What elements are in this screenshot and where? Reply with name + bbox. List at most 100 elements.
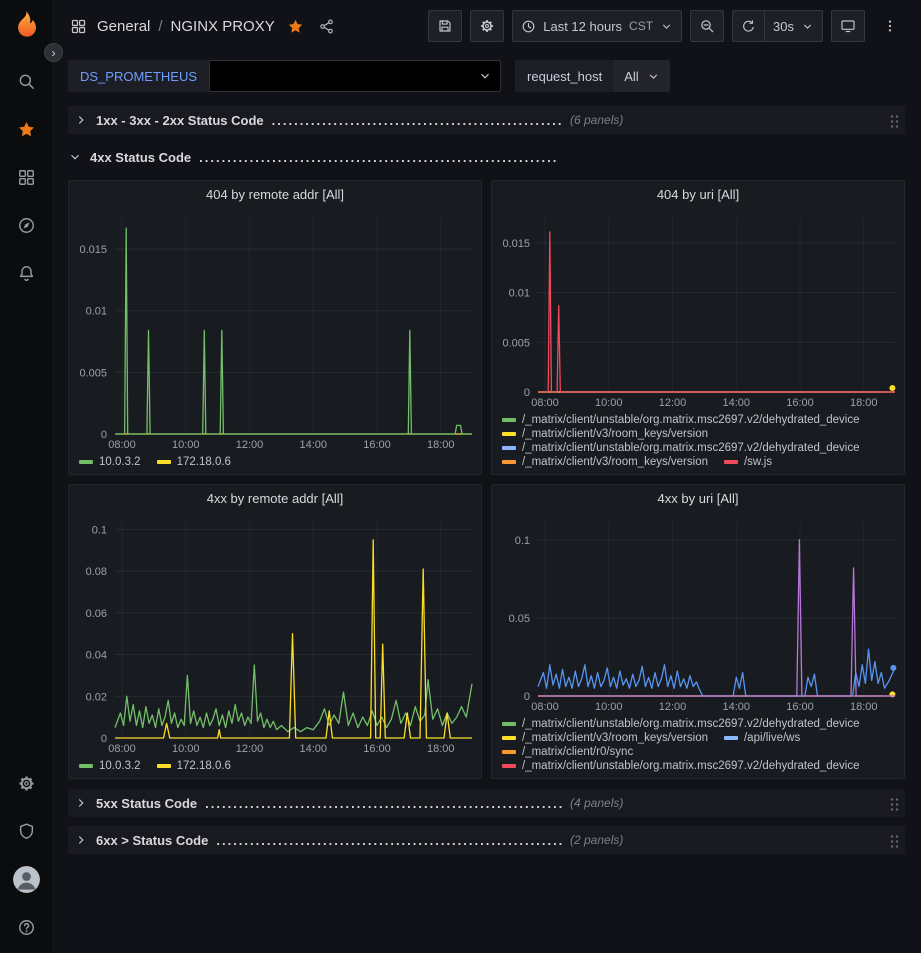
legend-item[interactable]: /sw.js xyxy=(724,456,772,468)
panel-4xx-by-remote-addr: 4xx by remote addr [All] 08:0010:0012:00… xyxy=(68,484,482,779)
legend-item[interactable]: /_matrix/client/v3/room_keys/version xyxy=(502,732,708,744)
zoom-out-time-button[interactable] xyxy=(690,10,724,42)
chevron-down-icon xyxy=(801,20,814,33)
row-drag-handle-icon[interactable] xyxy=(889,113,899,128)
sidebar-item-configuration[interactable] xyxy=(0,759,52,807)
svg-text:0.05: 0.05 xyxy=(509,613,530,625)
sidebar-item-alerting[interactable] xyxy=(0,249,52,297)
sidebar-nav xyxy=(0,57,52,297)
panel-404-by-uri: 404 by uri [All] 08:0010:0012:0014:0016:… xyxy=(491,180,905,475)
row-title-dots: ........................................… xyxy=(216,833,564,848)
panel-title[interactable]: 4xx by uri [All] xyxy=(492,485,904,511)
dashboard-settings-button[interactable] xyxy=(470,10,504,42)
datasource-variable-label[interactable]: DS_PROMETHEUS xyxy=(68,60,209,92)
request-host-variable-value-dropdown[interactable]: All xyxy=(614,60,669,92)
row-drag-handle-icon[interactable] xyxy=(889,796,899,811)
chevron-right-icon xyxy=(74,833,88,847)
compass-icon xyxy=(17,216,36,235)
svg-text:0.08: 0.08 xyxy=(86,566,107,578)
panel-title[interactable]: 4xx by remote addr [All] xyxy=(69,485,481,511)
magnifier-minus-icon xyxy=(699,18,715,34)
legend-item[interactable]: /_matrix/client/r0/sync xyxy=(502,746,633,758)
legend-item[interactable]: 172.18.0.6 xyxy=(157,456,231,468)
sidebar-expand-button[interactable]: › xyxy=(44,43,63,62)
refresh-button-group: 30s xyxy=(732,10,823,42)
timeseries-chart[interactable]: 08:0010:0012:0014:0016:0018:0000.050.1 xyxy=(492,511,904,716)
breadcrumb-dashboard-title[interactable]: NGINX PROXY xyxy=(171,18,275,35)
sidebar-item-search[interactable] xyxy=(0,57,52,105)
sidebar-item-help[interactable] xyxy=(0,903,52,951)
legend-item[interactable]: /_matrix/client/unstable/org.matrix.msc2… xyxy=(502,718,860,730)
svg-text:18:00: 18:00 xyxy=(427,439,455,451)
save-dashboard-button[interactable] xyxy=(428,10,462,42)
more-options-kebab[interactable] xyxy=(873,10,907,42)
timeseries-chart[interactable]: 08:0010:0012:0014:0016:0018:0000.0050.01… xyxy=(69,207,481,454)
gear-icon xyxy=(17,774,36,793)
avatar xyxy=(13,866,40,893)
chevron-down-icon xyxy=(660,20,673,33)
legend-item[interactable]: 10.0.3.2 xyxy=(79,760,141,772)
sidebar-item-explore[interactable] xyxy=(0,201,52,249)
legend-item[interactable]: 10.0.3.2 xyxy=(79,456,141,468)
sidebar-item-profile[interactable] xyxy=(0,855,52,903)
svg-text:0.01: 0.01 xyxy=(509,288,530,300)
row-6xx-status-code[interactable]: 6xx > Status Code ......................… xyxy=(68,826,905,854)
row-drag-handle-icon[interactable] xyxy=(889,833,899,848)
legend-swatch xyxy=(502,460,516,464)
sidebar-item-server-admin[interactable] xyxy=(0,807,52,855)
refresh-interval-dropdown[interactable]: 30s xyxy=(765,10,823,42)
refresh-interval-value: 30s xyxy=(773,19,794,34)
row-5xx-status-code[interactable]: 5xx Status Code ........................… xyxy=(68,789,905,817)
datasource-variable-value-dropdown[interactable] xyxy=(209,60,501,92)
svg-text:0.005: 0.005 xyxy=(502,337,530,349)
svg-text:16:00: 16:00 xyxy=(786,397,814,409)
svg-text:16:00: 16:00 xyxy=(363,743,391,755)
svg-text:0.02: 0.02 xyxy=(86,691,107,703)
legend-item[interactable]: /_matrix/client/unstable/org.matrix.msc2… xyxy=(502,414,860,426)
svg-text:0.06: 0.06 xyxy=(86,608,107,620)
datasource-variable: DS_PROMETHEUS xyxy=(68,60,501,92)
gear-icon xyxy=(479,18,495,34)
legend-swatch xyxy=(502,418,516,422)
timeseries-chart[interactable]: 08:0010:0012:0014:0016:0018:0000.020.040… xyxy=(69,511,481,758)
chevron-down-icon xyxy=(68,150,82,164)
svg-text:0: 0 xyxy=(524,387,530,399)
legend-item[interactable]: /api/live/ws xyxy=(724,732,800,744)
legend-item[interactable]: /_matrix/client/v3/room_keys/version xyxy=(502,428,708,440)
panel-title[interactable]: 404 by remote addr [All] xyxy=(69,181,481,207)
time-range-picker[interactable]: Last 12 hours CST xyxy=(512,10,682,42)
svg-text:14:00: 14:00 xyxy=(299,743,327,755)
legend-item[interactable]: /_matrix/client/unstable/org.matrix.msc2… xyxy=(502,442,860,454)
svg-text:0: 0 xyxy=(101,429,107,441)
breadcrumb-section[interactable]: General xyxy=(97,18,150,35)
legend-item[interactable]: /_matrix/client/v3/room_keys/version xyxy=(502,456,708,468)
timeseries-chart[interactable]: 08:0010:0012:0014:0016:0018:0000.0050.01… xyxy=(492,207,904,412)
row-1xx-3xx-2xx-status-code[interactable]: 1xx - 3xx - 2xx Status Code ............… xyxy=(68,106,905,134)
chevron-right-icon xyxy=(74,113,88,127)
request-host-value: All xyxy=(624,69,638,84)
legend-swatch xyxy=(502,764,516,768)
share-icon[interactable] xyxy=(318,18,335,35)
svg-text:14:00: 14:00 xyxy=(299,439,327,451)
sidebar-item-starred[interactable] xyxy=(0,105,52,153)
main-area: General / NGINX PROXY xyxy=(52,0,921,953)
legend-item[interactable]: /_matrix/client/unstable/org.matrix.msc2… xyxy=(502,760,860,772)
legend-swatch xyxy=(502,722,516,726)
svg-text:08:00: 08:00 xyxy=(108,743,136,755)
svg-text:08:00: 08:00 xyxy=(531,397,559,409)
sidebar-item-dashboards[interactable] xyxy=(0,153,52,201)
grafana-logo-icon[interactable] xyxy=(9,9,43,43)
chevron-down-icon xyxy=(647,70,660,83)
legend-swatch xyxy=(502,736,516,740)
legend-item[interactable]: 172.18.0.6 xyxy=(157,760,231,772)
timezone-badge: CST xyxy=(629,19,653,33)
apps-grid-icon[interactable] xyxy=(70,18,87,35)
favorite-star-icon[interactable] xyxy=(287,18,304,35)
row-4xx-status-code[interactable]: 4xx Status Code ........................… xyxy=(68,143,905,171)
refresh-button[interactable] xyxy=(732,10,765,42)
grafana-app: › General / NGINX PROXY xyxy=(0,0,921,953)
legend-swatch xyxy=(724,460,738,464)
panel-title[interactable]: 404 by uri [All] xyxy=(492,181,904,207)
row-title: 5xx Status Code xyxy=(96,796,197,811)
cycle-view-mode-button[interactable] xyxy=(831,10,865,42)
